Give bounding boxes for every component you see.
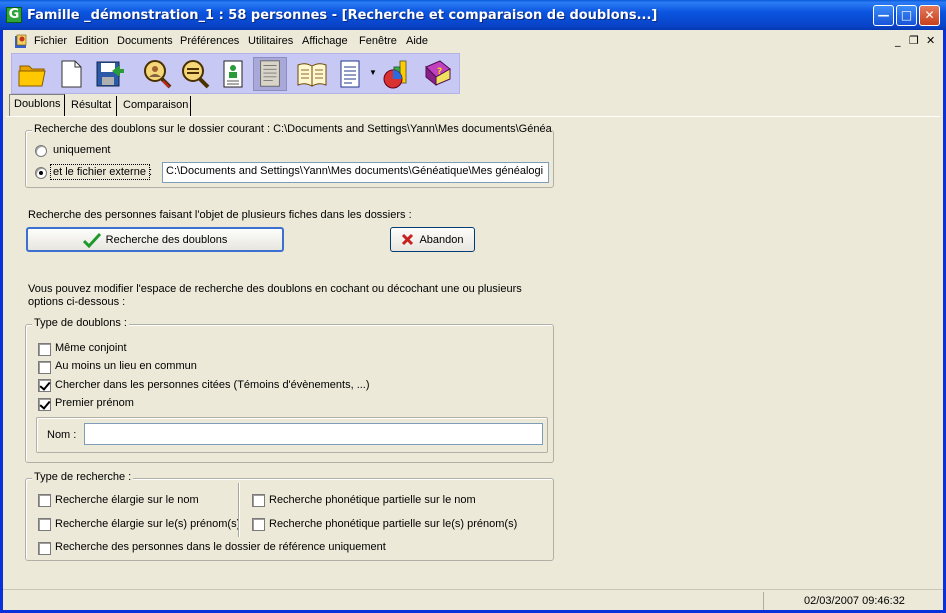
close-icon: ✕ (924, 8, 935, 22)
book-page-icon (260, 60, 280, 87)
search-type-legend: Type de recherche : (32, 471, 134, 483)
radio-fichier-externe[interactable] (35, 167, 47, 179)
close-button[interactable]: ✕ (919, 5, 940, 26)
status-cell-datetime: 02/03/2007 09:46:32 (763, 592, 939, 610)
tab-resultat[interactable]: Résultat (67, 96, 117, 116)
book-page-button[interactable] (253, 57, 287, 91)
tab-doublons[interactable]: Doublons (9, 94, 65, 116)
tab-panel-edge (6, 116, 940, 117)
checkbox-meme-conjoint[interactable] (38, 343, 51, 356)
checkbox-personnes-citees[interactable] (38, 379, 51, 392)
search-intro-text: Recherche des personnes faisant l'objet … (28, 209, 412, 221)
mdi-minimize-icon[interactable]: _ (895, 34, 901, 47)
cancel-label: Abandon (419, 233, 464, 246)
dropdown-arrow-icon[interactable]: ▼ (369, 68, 377, 77)
checkbox-lieu-commun[interactable] (38, 361, 51, 374)
checkbox-phonetique-prenoms-label[interactable]: Recherche phonétique partielle sur le(s)… (269, 518, 517, 530)
window-title: Famille _démonstration_1 : 58 personnes … (27, 8, 658, 23)
tab-comparaison[interactable]: Comparaison (119, 96, 191, 116)
duplicate-type-legend: Type de doublons : (32, 317, 129, 329)
new-document-icon[interactable] (54, 57, 88, 91)
help-book-icon[interactable]: ? (420, 57, 454, 91)
search-type-group: Type de recherche : Recherche élargie su… (25, 471, 554, 561)
mdi-restore-icon[interactable]: ❐ (909, 34, 919, 47)
checkbox-elargie-prenoms[interactable] (38, 518, 51, 531)
menu-affichage[interactable]: Affichage (302, 35, 348, 47)
save-exit-icon[interactable] (92, 57, 126, 91)
compare-icon[interactable] (178, 57, 212, 91)
status-cell-main (3, 592, 8, 610)
maximize-button[interactable]: □ (896, 5, 917, 26)
document-menu-icon[interactable] (13, 34, 29, 49)
open-folder-icon[interactable] (16, 57, 50, 91)
checkbox-elargie-nom-label[interactable]: Recherche élargie sur le nom (55, 494, 199, 506)
checkbox-dossier-reference-label[interactable]: Recherche des personnes dans le dossier … (55, 541, 386, 553)
person-card-icon[interactable] (216, 57, 250, 91)
status-datetime: 02/03/2007 09:46:32 (804, 595, 905, 607)
checkbox-premier-prenom[interactable] (38, 398, 51, 411)
checkbox-phonetique-nom-label[interactable]: Recherche phonétique partielle sur le no… (269, 494, 476, 506)
search-person-icon[interactable] (140, 57, 174, 91)
menu-fichier[interactable]: Fichier (34, 35, 67, 47)
radio-uniquement[interactable] (35, 145, 47, 157)
search-scope-legend: Recherche des doublons sur le dossier co… (32, 123, 552, 135)
checkbox-dossier-reference[interactable] (38, 542, 51, 555)
checkmark-icon (82, 232, 101, 248)
info-text-line1: Vous pouvez modifier l'espace de recherc… (28, 283, 522, 295)
toolbar: ▼ ? (11, 53, 460, 94)
checkbox-elargie-nom[interactable] (38, 494, 51, 507)
info-text-line2: options ci-dessous : (28, 296, 126, 308)
mdi-close-icon[interactable]: ✕ (926, 34, 935, 47)
minimize-button[interactable]: — (873, 5, 894, 26)
svg-text:?: ? (437, 67, 442, 77)
name-filter-box: Nom : (36, 417, 548, 453)
checkbox-meme-conjoint-label[interactable]: Même conjoint (55, 342, 127, 354)
menu-edition[interactable]: Edition (75, 35, 109, 47)
maximize-icon: □ (900, 8, 913, 22)
name-field-label: Nom : (47, 429, 77, 441)
checkbox-lieu-commun-label[interactable]: Au moins un lieu en commun (55, 360, 197, 372)
open-book-icon[interactable] (295, 57, 329, 91)
checkbox-elargie-prenoms-label[interactable]: Recherche élargie sur le(s) prénom(s) (55, 518, 240, 530)
menu-bar: Fichier Edition Documents Préférences Ut… (3, 30, 943, 52)
checkbox-phonetique-nom[interactable] (252, 494, 265, 507)
focus-rectangle (50, 164, 150, 180)
menu-preferences[interactable]: Préférences (180, 35, 239, 47)
search-scope-group: Recherche des doublons sur le dossier co… (25, 123, 554, 188)
list-report-icon[interactable] (334, 57, 368, 91)
status-bar: 02/03/2007 09:46:32 (3, 589, 943, 610)
checkbox-personnes-citees-label[interactable]: Chercher dans les personnes citées (Témo… (55, 379, 370, 391)
checkbox-premier-prenom-label[interactable]: Premier prénom (55, 397, 134, 409)
menu-utilitaires[interactable]: Utilitaires (248, 35, 293, 47)
external-file-path-field[interactable]: C:\Documents and Settings\Yann\Mes docum… (162, 162, 549, 183)
cross-icon (402, 233, 414, 246)
cancel-button[interactable]: Abandon (390, 227, 475, 252)
app-icon[interactable]: G (6, 7, 22, 23)
column-separator (238, 483, 240, 537)
statistics-chart-icon[interactable] (380, 57, 414, 91)
app-window: G Famille _démonstration_1 : 58 personne… (0, 0, 946, 613)
menu-fenetre[interactable]: Fenêtre (359, 35, 397, 47)
checkbox-phonetique-prenoms[interactable] (252, 518, 265, 531)
menu-aide[interactable]: Aide (406, 35, 428, 47)
title-bar[interactable]: G Famille _démonstration_1 : 58 personne… (0, 0, 946, 30)
search-duplicates-label: Recherche des doublons (105, 233, 228, 246)
search-duplicates-button[interactable]: Recherche des doublons (26, 227, 284, 252)
duplicate-type-group: Type de doublons : Même conjoint Au moin… (25, 317, 554, 463)
name-field[interactable] (84, 423, 543, 445)
radio-uniquement-label[interactable]: uniquement (53, 144, 111, 156)
minimize-icon: — (877, 8, 890, 22)
menu-documents[interactable]: Documents (117, 35, 173, 47)
